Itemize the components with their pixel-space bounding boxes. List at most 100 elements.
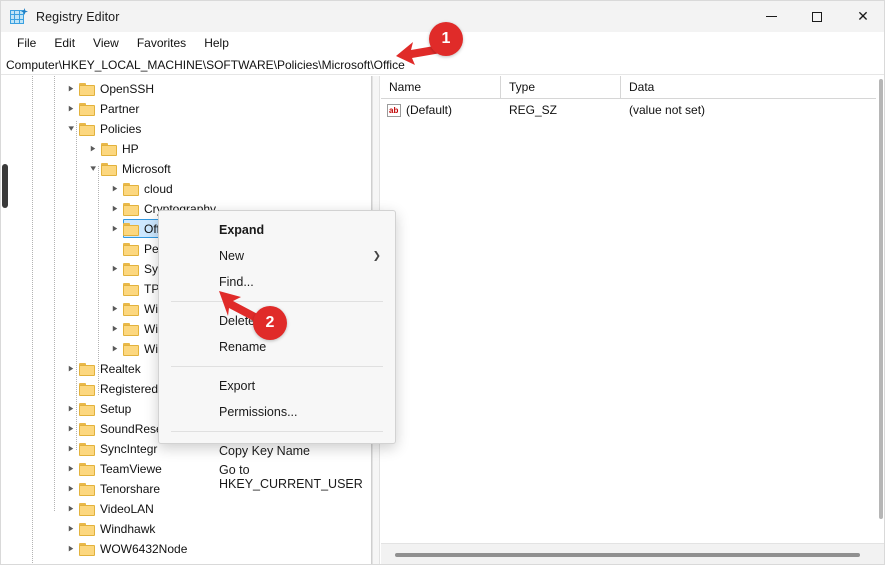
chevron-right-icon[interactable]: ▸ bbox=[63, 499, 79, 519]
registry-editor-window: Registry Editor ✕ File Edit View Favorit… bbox=[0, 0, 885, 565]
chevron-right-icon[interactable]: ▸ bbox=[63, 479, 79, 499]
tree-node-label: TeamViewe bbox=[100, 462, 162, 476]
column-header-type[interactable]: Type bbox=[501, 76, 621, 99]
context-menu-item-label: Rename bbox=[219, 340, 267, 354]
value-row[interactable]: ab (Default) REG_SZ (value not set) bbox=[381, 99, 884, 119]
tree-guide-line bbox=[98, 166, 99, 396]
folder-icon bbox=[79, 422, 95, 436]
tree-node[interactable]: ▸ OpenSSH bbox=[1, 79, 361, 99]
context-menu-item-new[interactable]: New ❯ bbox=[159, 243, 395, 269]
tree-node[interactable]: ▸ Windhawk bbox=[1, 519, 361, 539]
registry-icon bbox=[10, 8, 28, 25]
tree-node[interactable]: ▾ Policies bbox=[1, 119, 361, 139]
context-menu-item-label: Permissions... bbox=[219, 405, 298, 419]
chevron-right-icon[interactable]: ▸ bbox=[85, 139, 101, 159]
tree-node-label: Microsoft bbox=[122, 162, 171, 176]
context-menu-separator bbox=[171, 366, 383, 367]
context-menu-item-go-to-hkey-current-user[interactable]: Go to HKEY_CURRENT_USER bbox=[159, 463, 395, 491]
tree-horizontal-scrollbar[interactable] bbox=[10, 558, 371, 564]
chevron-right-icon[interactable]: ▸ bbox=[107, 219, 123, 239]
tree-node-label: SoundRese bbox=[100, 422, 163, 436]
context-menu-item-find[interactable]: Find... bbox=[159, 269, 395, 295]
context-menu-item-label: Go to HKEY_CURRENT_USER bbox=[219, 463, 363, 491]
tree-node-label: Registered bbox=[100, 382, 159, 396]
tree-node-label: Policies bbox=[100, 122, 142, 136]
values-pane: Name Type Data ab (Default) REG_SZ (value n… bbox=[381, 76, 884, 564]
folder-icon bbox=[123, 242, 139, 256]
context-menu-item-permissions[interactable]: Permissions... bbox=[159, 399, 395, 425]
menu-edit[interactable]: Edit bbox=[45, 33, 84, 54]
address-bar-path: Computer\HKEY_LOCAL_MACHINE\SOFTWARE\Pol… bbox=[6, 57, 405, 72]
folder-icon bbox=[123, 342, 139, 356]
annotation-badge-2: 2 bbox=[253, 306, 287, 340]
chevron-right-icon[interactable]: ▸ bbox=[107, 179, 123, 199]
chevron-right-icon[interactable]: ▸ bbox=[107, 339, 123, 359]
values-list: ab (Default) REG_SZ (value not set) bbox=[381, 99, 884, 119]
menu-help[interactable]: Help bbox=[195, 33, 238, 54]
chevron-right-icon[interactable]: ▸ bbox=[63, 519, 79, 539]
folder-icon bbox=[101, 142, 117, 156]
tree-node[interactable]: ▸ WOW6432Node bbox=[1, 539, 361, 559]
chevron-right-icon[interactable]: ▸ bbox=[107, 259, 123, 279]
context-menu-item-expand[interactable]: Expand bbox=[159, 217, 395, 243]
chevron-right-icon[interactable]: ▸ bbox=[107, 299, 123, 319]
folder-icon bbox=[79, 442, 95, 456]
folder-icon bbox=[123, 302, 139, 316]
folder-icon bbox=[79, 522, 95, 536]
tree-node-label: Realtek bbox=[100, 362, 141, 376]
context-menu-item-copy-key-name[interactable]: Copy Key Name bbox=[159, 438, 395, 464]
menu-view[interactable]: View bbox=[84, 33, 128, 54]
folder-icon bbox=[123, 202, 139, 216]
tree-node-label: Setup bbox=[100, 402, 132, 416]
close-button[interactable]: ✕ bbox=[840, 1, 884, 32]
chevron-right-icon: ❯ bbox=[372, 250, 381, 262]
minimize-button[interactable] bbox=[748, 1, 794, 32]
column-header-name[interactable]: Name bbox=[381, 76, 501, 99]
tree-node[interactable]: ▾ Microsoft bbox=[1, 159, 361, 179]
values-vertical-scrollbar[interactable] bbox=[876, 76, 884, 531]
values-horizontal-scrollbar[interactable] bbox=[381, 543, 884, 564]
chevron-right-icon[interactable]: ▸ bbox=[63, 79, 79, 99]
folder-icon bbox=[79, 362, 95, 376]
menu-favorites[interactable]: Favorites bbox=[128, 33, 195, 54]
tree-guide-line bbox=[76, 121, 77, 451]
chevron-right-icon[interactable]: ▸ bbox=[63, 99, 79, 119]
folder-icon bbox=[123, 222, 139, 236]
tree-guide-line bbox=[32, 76, 33, 564]
menu-file[interactable]: File bbox=[8, 33, 45, 54]
tree-guide-line bbox=[54, 76, 55, 511]
chevron-right-icon[interactable]: ▸ bbox=[63, 459, 79, 479]
tree-node-label: Tenorshare bbox=[100, 482, 161, 496]
column-header-data[interactable]: Data bbox=[621, 76, 884, 99]
context-menu-item-label: New bbox=[219, 249, 245, 263]
tree-node-label: cloud bbox=[144, 182, 173, 196]
chevron-right-icon[interactable]: ▸ bbox=[107, 199, 123, 219]
context-menu-item-label: Export bbox=[219, 379, 256, 393]
folder-icon bbox=[79, 462, 95, 476]
window-controls: ✕ bbox=[748, 1, 884, 32]
folder-icon bbox=[79, 402, 95, 416]
address-bar[interactable]: Computer\HKEY_LOCAL_MACHINE\SOFTWARE\Pol… bbox=[1, 55, 884, 75]
tree-node[interactable]: ▸ VideoLAN bbox=[1, 499, 361, 519]
folder-icon bbox=[79, 502, 95, 516]
tree-node-label: Partner bbox=[100, 102, 140, 116]
tree-node-label: OpenSSH bbox=[100, 82, 155, 96]
tree-node[interactable]: ▸ cloud bbox=[1, 179, 361, 199]
tree-node[interactable]: ▸ Partner bbox=[1, 99, 361, 119]
tree-node[interactable]: ▸ HP bbox=[1, 139, 361, 159]
tree-node-label: VideoLAN bbox=[100, 502, 154, 516]
value-name: (Default) bbox=[406, 103, 453, 117]
context-menu-item-export[interactable]: Export bbox=[159, 373, 395, 399]
maximize-button[interactable] bbox=[794, 1, 840, 32]
annotation-badge-1: 1 bbox=[429, 22, 463, 56]
content-area: ▸ OpenSSH ▸ Partner ▾ Policies ▸ HP ▾ Microsoft ▸ c… bbox=[1, 76, 884, 564]
folder-icon bbox=[79, 82, 95, 96]
value-name-cell: ab (Default) bbox=[381, 103, 501, 117]
folder-icon bbox=[79, 382, 95, 396]
folder-icon bbox=[123, 282, 139, 296]
chevron-right-icon[interactable]: ▸ bbox=[63, 539, 79, 559]
chevron-right-icon[interactable]: ▸ bbox=[107, 319, 123, 339]
tree-node-label: Windhawk bbox=[100, 522, 156, 536]
folder-icon bbox=[123, 182, 139, 196]
value-type: REG_SZ bbox=[509, 103, 558, 117]
